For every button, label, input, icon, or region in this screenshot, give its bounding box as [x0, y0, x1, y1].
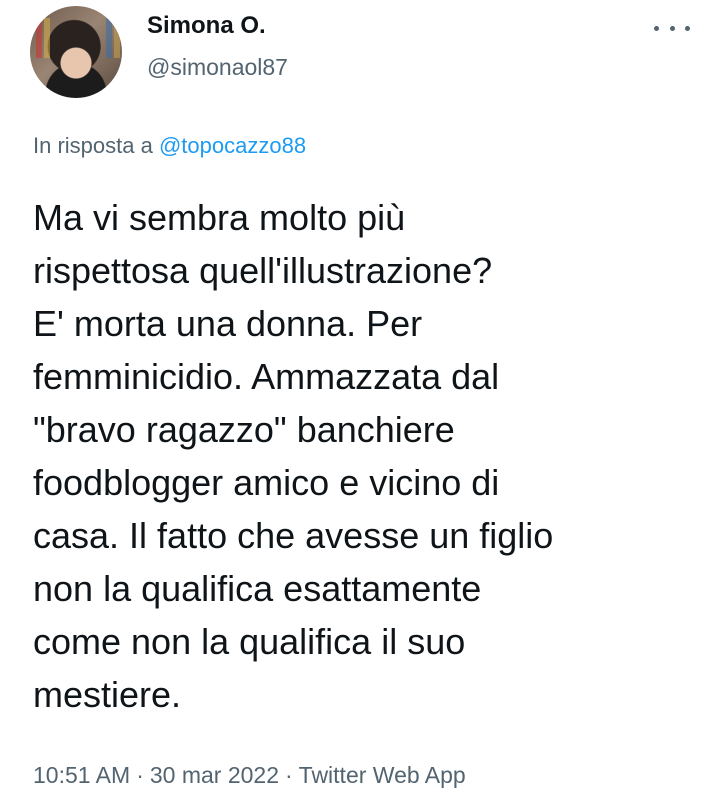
reply-prefix: In risposta a	[33, 133, 153, 158]
reply-context: In risposta a @topocazzo88	[33, 133, 306, 159]
meta-separator: ·	[285, 762, 293, 788]
meta-separator: ·	[136, 762, 144, 788]
reply-to-link[interactable]: @topocazzo88	[159, 133, 306, 158]
tweet-text: Ma vi sembra molto più rispettosa quell'…	[33, 197, 554, 715]
tweet-date[interactable]: 30 mar 2022	[150, 762, 279, 788]
tweet-time[interactable]: 10:51 AM	[33, 762, 130, 788]
author-handle[interactable]: @simonaol87	[147, 54, 288, 81]
author-name[interactable]: Simona O.	[147, 12, 266, 40]
avatar[interactable]	[30, 6, 122, 98]
more-options-icon[interactable]	[654, 16, 690, 40]
tweet-source[interactable]: Twitter Web App	[299, 762, 466, 788]
tweet-meta: 10:51 AM · 30 mar 2022 · Twitter Web App	[33, 762, 466, 789]
